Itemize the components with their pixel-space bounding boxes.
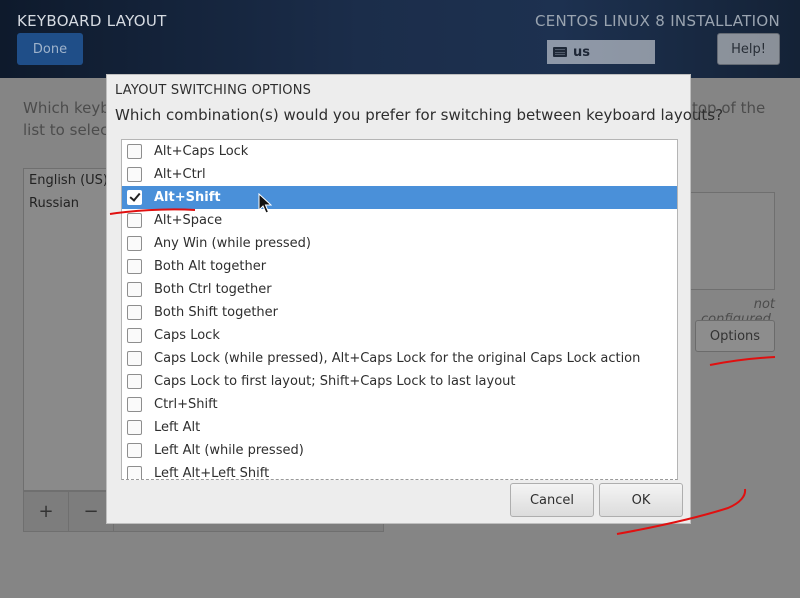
cancel-button[interactable]: Cancel: [510, 483, 594, 517]
done-button[interactable]: Done: [17, 33, 83, 65]
keyboard-icon: [553, 47, 567, 57]
option-row[interactable]: Ctrl+Shift: [122, 393, 677, 416]
help-button[interactable]: Help!: [717, 33, 780, 65]
checkmark-icon: [129, 190, 141, 202]
option-label: Alt+Ctrl: [154, 167, 206, 182]
option-label: Left Alt: [154, 420, 201, 435]
intro-left-line2: list to select: [23, 121, 115, 139]
option-label: Left Alt (while pressed): [154, 443, 304, 458]
option-checkbox[interactable]: [127, 259, 142, 274]
option-row[interactable]: Both Alt together: [122, 255, 677, 278]
option-row[interactable]: Alt+Caps Lock: [122, 140, 677, 163]
option-row[interactable]: Caps Lock to first layout; Shift+Caps Lo…: [122, 370, 677, 393]
intro-left-line1: Which keyb: [23, 99, 110, 117]
option-checkbox[interactable]: [127, 236, 142, 251]
option-checkbox[interactable]: [127, 144, 142, 159]
layout-indicator[interactable]: us: [547, 40, 655, 64]
option-label: Both Alt together: [154, 259, 267, 274]
option-checkbox[interactable]: [127, 443, 142, 458]
option-checkbox[interactable]: [127, 374, 142, 389]
option-row[interactable]: Both Shift together: [122, 301, 677, 324]
option-label: Caps Lock to first layout; Shift+Caps Lo…: [154, 374, 516, 389]
ok-button[interactable]: OK: [599, 483, 683, 517]
layout-switching-dialog: LAYOUT SWITCHING OPTIONS Which combinati…: [106, 74, 723, 524]
option-checkbox[interactable]: [127, 282, 142, 297]
option-label: Any Win (while pressed): [154, 236, 311, 251]
option-label: Both Ctrl together: [154, 282, 272, 297]
install-title: CENTOS LINUX 8 INSTALLATION: [534, 12, 780, 30]
annotation-underline-options: [709, 356, 776, 366]
option-label: Left Alt+Left Shift: [154, 466, 270, 480]
option-label: Alt+Shift: [154, 190, 221, 205]
option-checkbox[interactable]: [127, 213, 142, 228]
option-label: Alt+Space: [154, 213, 223, 228]
dialog-question: Which combination(s) would you prefer fo…: [115, 106, 724, 124]
option-row[interactable]: Alt+Ctrl: [122, 163, 677, 186]
option-row[interactable]: Alt+Shift: [122, 186, 677, 209]
option-row[interactable]: Both Ctrl together: [122, 278, 677, 301]
options-button[interactable]: Options: [695, 320, 775, 352]
option-label: Caps Lock: [154, 328, 220, 343]
option-row[interactable]: Left Alt: [122, 416, 677, 439]
option-checkbox[interactable]: [127, 351, 142, 366]
option-row[interactable]: Any Win (while pressed): [122, 232, 677, 255]
option-label: Both Shift together: [154, 305, 279, 320]
option-checkbox[interactable]: [127, 167, 142, 182]
add-layout-button[interactable]: +: [24, 492, 69, 531]
option-checkbox[interactable]: [127, 420, 142, 435]
option-checkbox[interactable]: [127, 466, 142, 479]
option-checkbox[interactable]: [127, 328, 142, 343]
switching-options-list[interactable]: Alt+Caps Lock Alt+Ctrl Alt+Shift Alt+Space A…: [121, 139, 678, 480]
option-row[interactable]: Caps Lock (while pressed), Alt+Caps Lock…: [122, 347, 677, 370]
option-checkbox[interactable]: [127, 397, 142, 412]
option-checkbox[interactable]: [127, 190, 142, 205]
dialog-title: LAYOUT SWITCHING OPTIONS: [115, 83, 312, 98]
option-row[interactable]: Left Alt (while pressed): [122, 439, 677, 462]
option-row[interactable]: Left Alt+Left Shift: [122, 462, 677, 480]
option-label: Caps Lock (while pressed), Alt+Caps Lock…: [154, 351, 641, 366]
page-title: KEYBOARD LAYOUT: [17, 12, 167, 30]
option-label: Ctrl+Shift: [154, 397, 218, 412]
option-row[interactable]: Caps Lock: [122, 324, 677, 347]
layout-indicator-label: us: [573, 44, 590, 60]
intro-text-left: Which keyb list to select: [23, 97, 114, 141]
mouse-cursor-icon: [258, 193, 272, 214]
option-row[interactable]: Alt+Space: [122, 209, 677, 232]
top-bar: KEYBOARD LAYOUT Done CENTOS LINUX 8 INST…: [0, 0, 800, 78]
option-checkbox[interactable]: [127, 305, 142, 320]
option-label: Alt+Caps Lock: [154, 144, 249, 159]
